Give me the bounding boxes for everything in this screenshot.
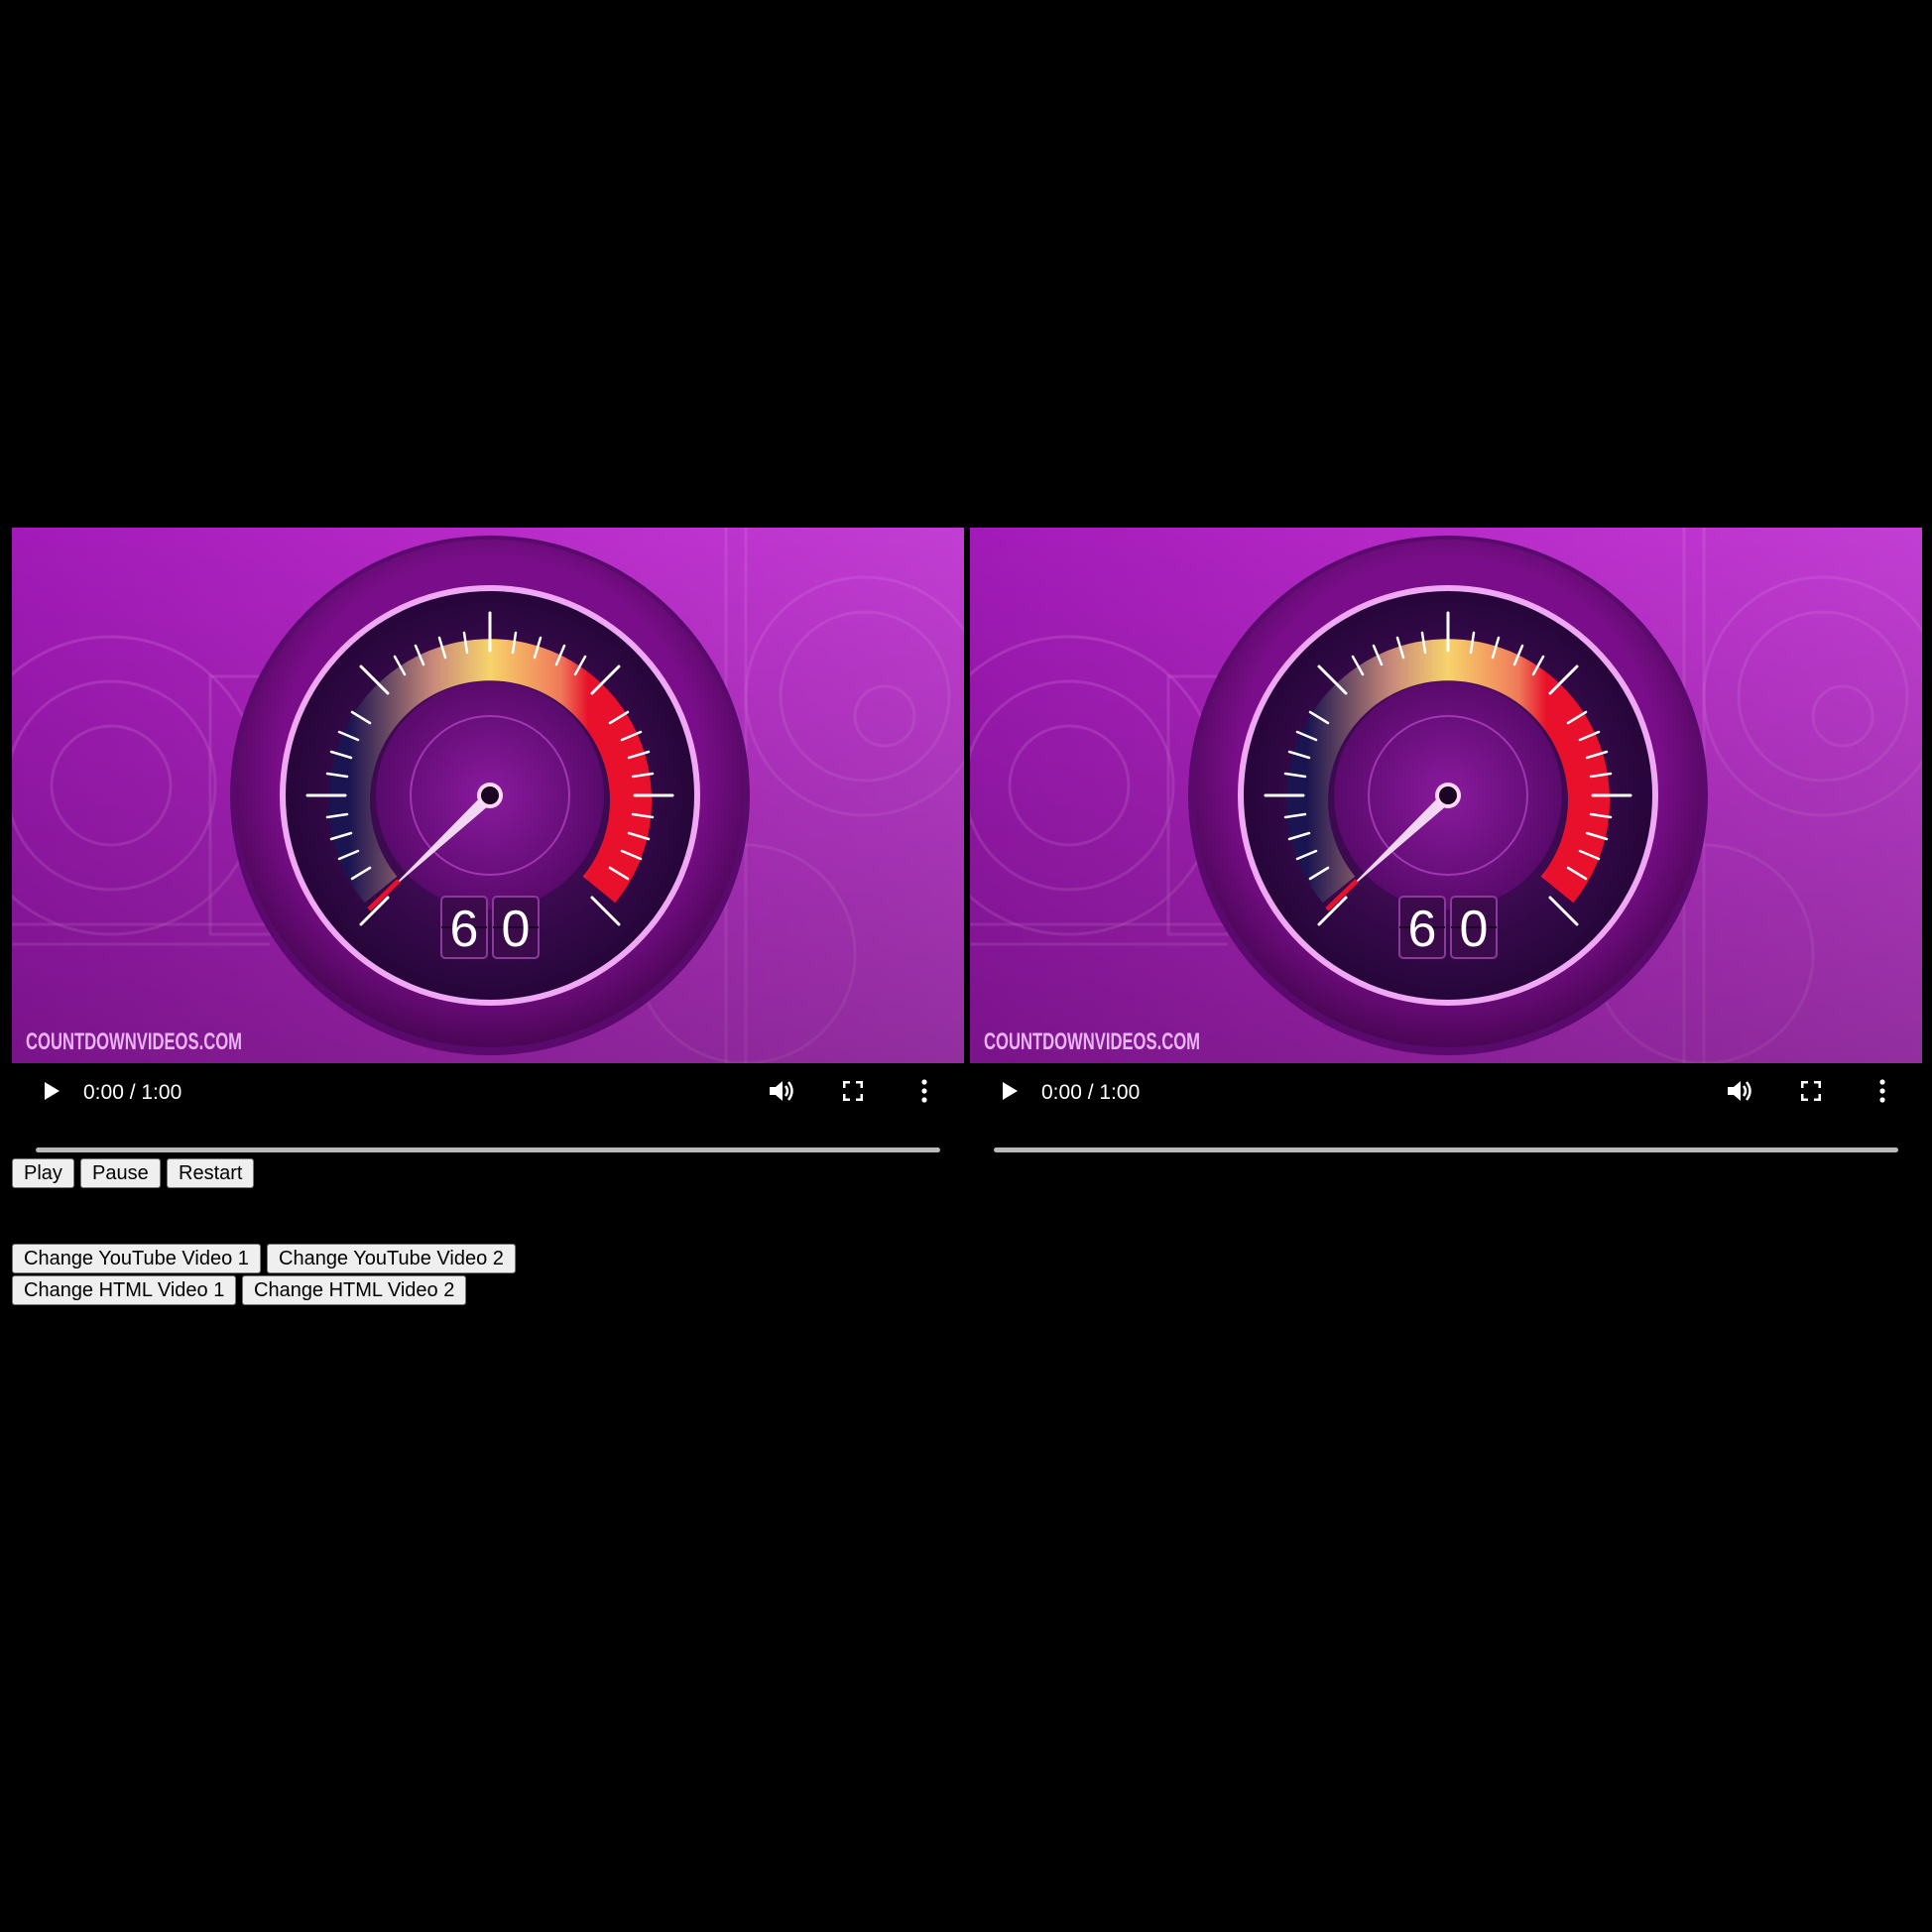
watermark: COUNTDOWNVIDEOS.COM — [26, 1028, 242, 1055]
seek-bar[interactable] — [36, 1147, 940, 1152]
video-frame[interactable]: 6 0 COUNTDOWNVIDEOS.COM — [12, 528, 964, 1063]
play-button[interactable] — [32, 1071, 71, 1111]
mute-button[interactable] — [1720, 1071, 1759, 1111]
restart-button-all[interactable]: Restart — [167, 1158, 255, 1188]
fullscreen-button[interactable] — [833, 1071, 873, 1111]
time-display: 0:00 / 1:00 — [83, 1081, 182, 1104]
counter-digit-ones: 0 — [502, 901, 531, 958]
more-options-icon — [921, 1079, 927, 1103]
countdown-gauge-frame: 6 0 COUNTDOWNVIDEOS.COM — [970, 528, 1922, 1063]
volume-icon — [1728, 1081, 1751, 1101]
video-player-2[interactable]: 6 0 COUNTDOWNVIDEOS.COM 0:00 / 1:00 — [970, 528, 1922, 1152]
counter-digit-ones: 0 — [1460, 901, 1489, 958]
play-button-all[interactable]: Play — [12, 1158, 74, 1188]
seek-bar[interactable] — [994, 1147, 1898, 1152]
change-html-video-2-button[interactable]: Change HTML Video 2 — [242, 1275, 467, 1305]
video-frame[interactable]: 6 0 COUNTDOWNVIDEOS.COM — [970, 528, 1922, 1063]
play-button[interactable] — [990, 1071, 1029, 1111]
countdown-gauge-frame: 6 0 COUNTDOWNVIDEOS.COM — [12, 528, 964, 1063]
counter-digit-tens: 6 — [450, 901, 479, 958]
more-options-icon — [1879, 1079, 1885, 1103]
more-options-button[interactable] — [905, 1071, 944, 1111]
time-display: 0:00 / 1:00 — [1041, 1081, 1141, 1104]
mute-button[interactable] — [762, 1071, 801, 1111]
change-youtube-video-1-button[interactable]: Change YouTube Video 1 — [12, 1244, 261, 1273]
video-player-1[interactable]: 6 0 COUNTDOWNVIDEOS.COM 0:00 / 1:00 — [12, 528, 964, 1152]
fullscreen-icon — [1801, 1081, 1821, 1101]
video-controls: 0:00 / 1:00 — [970, 1063, 1922, 1152]
counter-digit-tens: 6 — [1408, 901, 1437, 958]
fullscreen-icon — [843, 1081, 863, 1101]
change-html-video-1-button[interactable]: Change HTML Video 1 — [12, 1275, 237, 1305]
volume-icon — [770, 1081, 793, 1101]
change-youtube-video-2-button[interactable]: Change YouTube Video 2 — [267, 1244, 516, 1273]
fullscreen-button[interactable] — [1791, 1071, 1831, 1111]
video-controls: 0:00 / 1:00 — [12, 1063, 964, 1152]
pause-button-all[interactable]: Pause — [80, 1158, 161, 1188]
watermark: COUNTDOWNVIDEOS.COM — [984, 1028, 1200, 1055]
more-options-button[interactable] — [1863, 1071, 1902, 1111]
play-icon — [45, 1082, 60, 1100]
play-icon — [1003, 1082, 1018, 1100]
